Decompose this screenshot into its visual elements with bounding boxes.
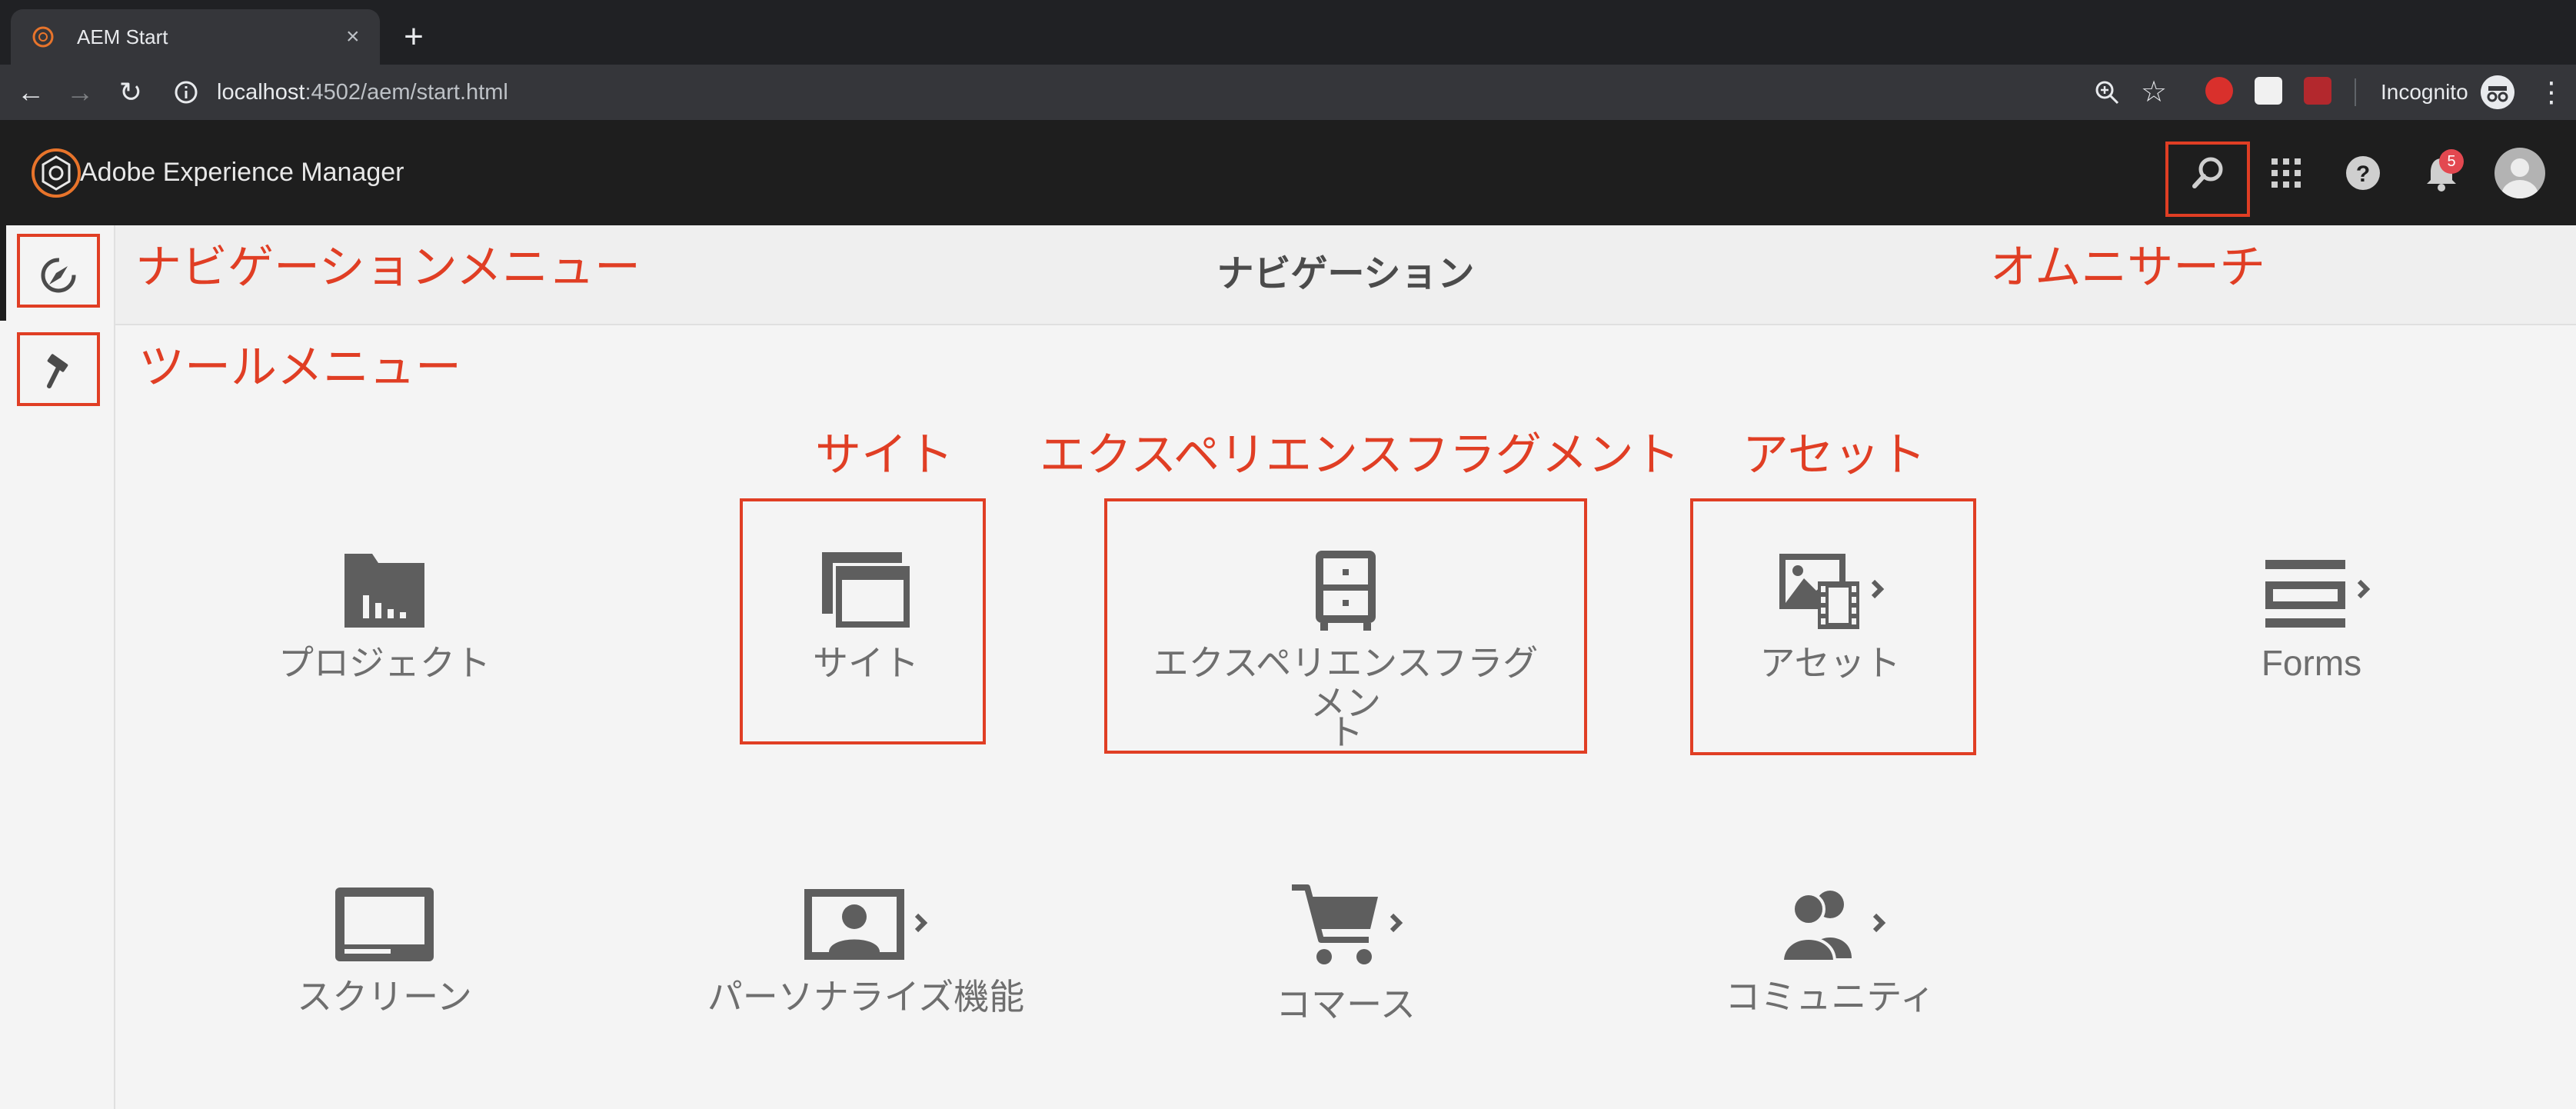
annotation-label-tools-menu: ツールメニュー xyxy=(138,341,461,393)
url-host: localhost xyxy=(217,80,305,105)
url-path: :4502/aem/start.html xyxy=(305,80,508,105)
rail-active-indicator xyxy=(0,225,6,321)
annotation-box-nav-menu xyxy=(17,234,100,308)
tile-screens-label: スクリーン xyxy=(297,977,472,1017)
annotation-label-assets: アセット xyxy=(1742,429,1926,481)
experience-fragments-cabinet-icon xyxy=(1316,551,1376,631)
notification-badge: 5 xyxy=(2439,149,2464,174)
zoom-icon[interactable] xyxy=(2093,78,2121,106)
assets-media-icon xyxy=(1779,554,1885,629)
extension-adblock-icon[interactable] xyxy=(2205,77,2233,105)
annotation-label-nav-menu: ナビゲーションメニュー xyxy=(135,241,641,293)
annotation-label-xf: エクスペリエンスフラグメント xyxy=(1040,429,1680,481)
incognito-icon[interactable] xyxy=(2481,75,2514,109)
svg-text:?: ? xyxy=(2356,162,2370,187)
new-tab-button[interactable]: + xyxy=(394,14,434,60)
commerce-cart-icon xyxy=(1292,884,1403,964)
user-avatar-icon xyxy=(2501,158,2538,198)
annotation-box-search xyxy=(2165,142,2250,217)
app-title[interactable]: Adobe Experience Manager xyxy=(80,120,404,225)
bookmark-star-icon[interactable]: ☆ xyxy=(2141,65,2167,120)
tile-xf-label-line1: エクスペリエンスフラグメン xyxy=(1153,643,1539,723)
communities-people-icon xyxy=(1780,891,1886,963)
browser-tab[interactable]: AEM Start × xyxy=(11,9,380,65)
tile-forms-label: Forms xyxy=(2261,643,2362,683)
aem-favicon-icon xyxy=(32,26,54,48)
extension-a-icon[interactable] xyxy=(2255,77,2282,105)
projects-folder-icon xyxy=(344,554,424,628)
aem-logo-icon[interactable] xyxy=(31,148,82,198)
sites-windows-icon xyxy=(822,552,910,628)
tile-screens[interactable]: スクリーン xyxy=(185,881,584,1017)
annotation-label-omni-search: オムニサーチ xyxy=(1990,241,2266,293)
personalization-icon xyxy=(804,889,928,960)
tile-assets-label: アセット xyxy=(1759,643,1901,683)
help-icon[interactable]: ? xyxy=(2338,148,2388,198)
toolbar-divider xyxy=(2355,78,2356,106)
solutions-grid-icon[interactable] xyxy=(2261,148,2311,198)
user-avatar[interactable] xyxy=(2494,148,2545,198)
address-bar[interactable]: localhost:4502/aem/start.html xyxy=(217,65,508,120)
back-icon[interactable]: ← xyxy=(8,65,54,120)
incognito-label: Incognito xyxy=(2381,80,2468,104)
tile-communities-label: コミュニティ xyxy=(1725,977,1935,1017)
browser-menu-icon[interactable]: ⋮ xyxy=(2538,65,2565,120)
extension-red-icon[interactable] xyxy=(2304,77,2331,105)
forward-icon[interactable]: → xyxy=(57,65,103,120)
tab-close-icon[interactable]: × xyxy=(346,9,360,65)
annotation-label-sites: サイト xyxy=(815,429,954,481)
tile-personalization-label: パーソナライズ機能 xyxy=(707,977,1025,1017)
tile-forms[interactable]: Forms xyxy=(2112,548,2511,683)
screens-monitor-icon xyxy=(335,888,434,961)
tile-experience-fragments[interactable]: エクスペリエンスフラグメン ト xyxy=(1146,548,1546,752)
tile-projects-label: プロジェクト xyxy=(278,643,491,683)
tile-commerce-label: コマース xyxy=(1276,984,1416,1024)
tile-commerce[interactable]: コマース xyxy=(1146,881,1546,1024)
tile-sites[interactable]: サイト xyxy=(666,548,1066,683)
forms-icon xyxy=(2265,560,2371,628)
annotation-box-tools-menu xyxy=(17,332,100,406)
tile-assets[interactable]: アセット xyxy=(1630,548,2030,683)
reload-icon[interactable]: ↻ xyxy=(108,65,154,120)
tile-communities[interactable]: コミュニティ xyxy=(1630,881,2030,1017)
tile-projects[interactable]: プロジェクト xyxy=(185,548,584,683)
tile-sites-label: サイト xyxy=(813,643,919,683)
tile-xf-label-line2: ト xyxy=(1328,712,1363,752)
tile-personalization[interactable]: パーソナライズ機能 xyxy=(666,881,1066,1017)
tab-title: AEM Start xyxy=(77,25,168,48)
site-info-icon[interactable] xyxy=(172,77,200,108)
browser-tab-strip xyxy=(0,0,2576,65)
